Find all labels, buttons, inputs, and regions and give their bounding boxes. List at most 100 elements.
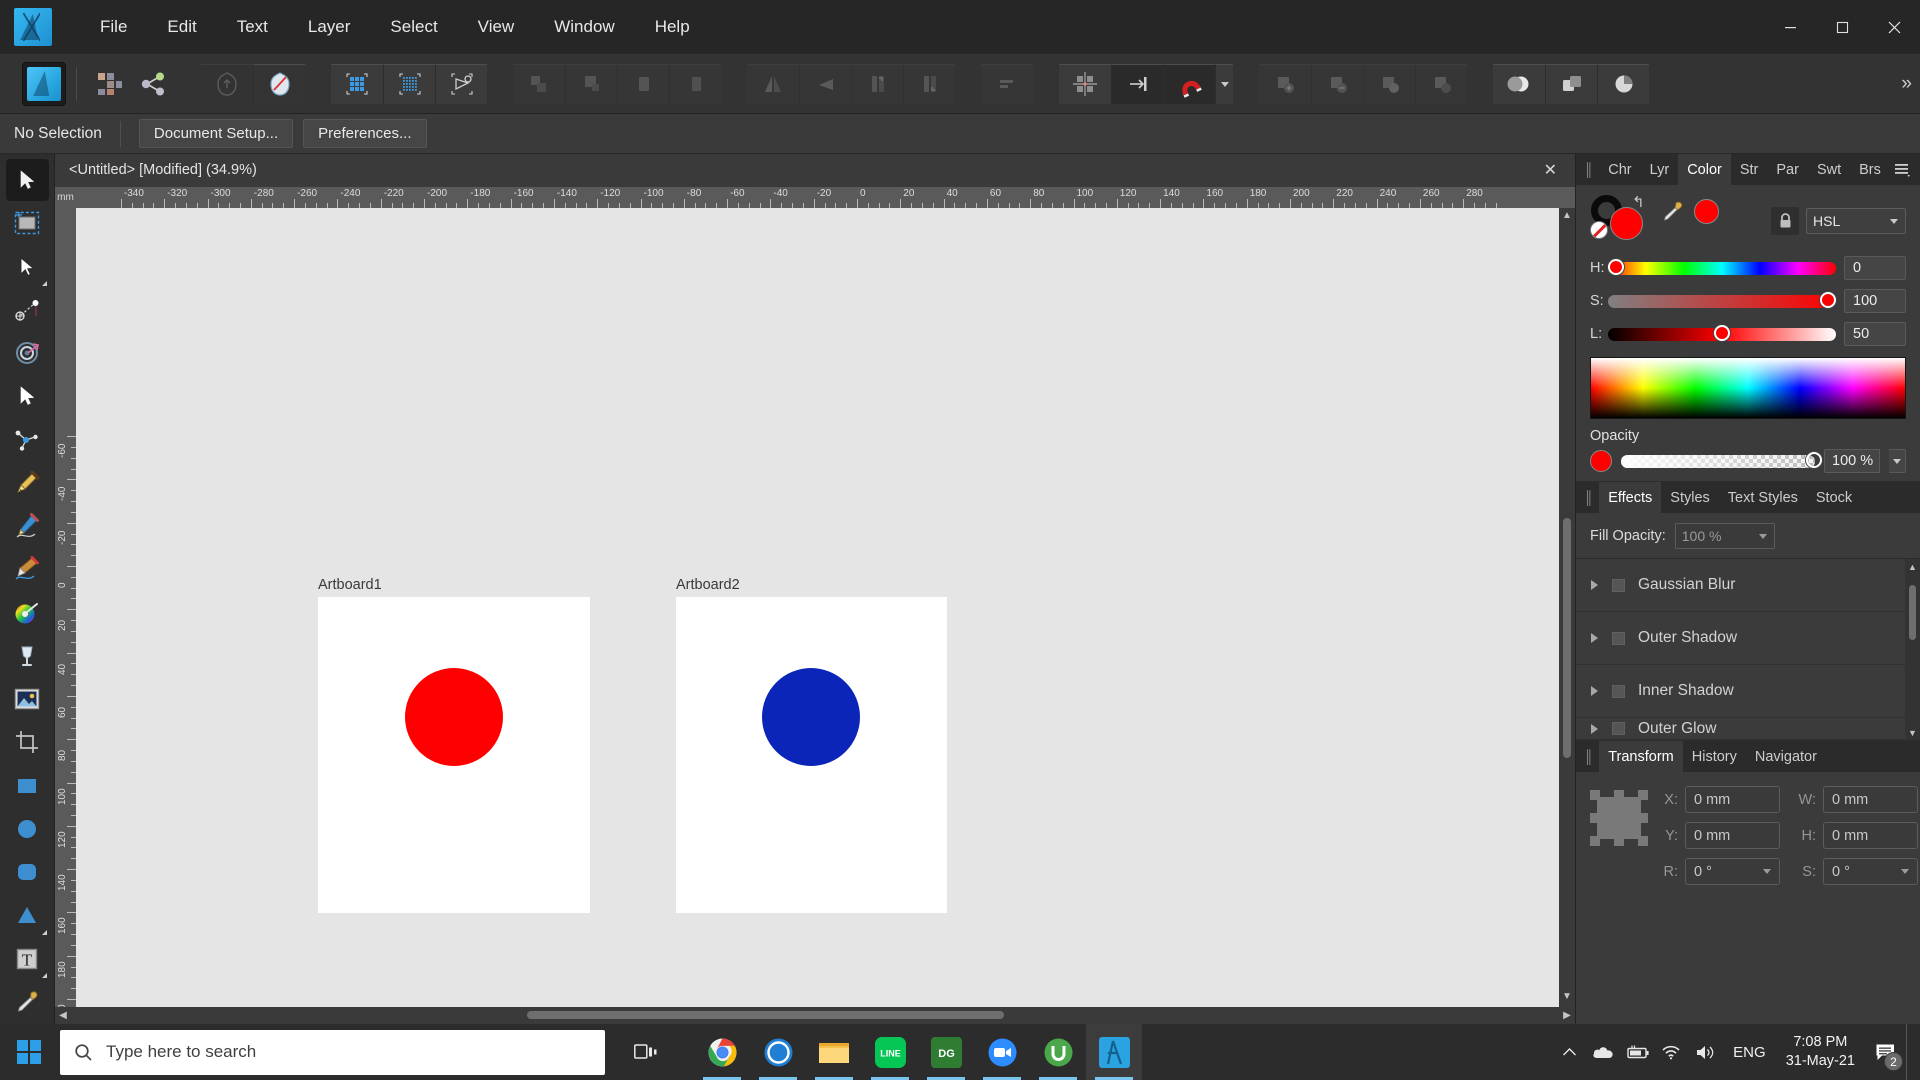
tab-layers[interactable]: Lyr (1641, 154, 1679, 185)
cloud-icon[interactable] (1586, 1024, 1620, 1080)
wifi-icon[interactable] (1654, 1024, 1688, 1080)
pencil-tool[interactable] (6, 505, 49, 547)
export-persona-icon[interactable] (131, 62, 175, 106)
rectangle-tool[interactable] (6, 765, 49, 807)
rotate-left-icon[interactable] (851, 63, 903, 104)
rounded-rectangle-tool[interactable] (6, 851, 49, 893)
artboard1[interactable] (318, 597, 590, 913)
show-desktop-button[interactable] (1906, 1024, 1914, 1080)
tab-transform[interactable]: Transform (1599, 741, 1683, 772)
opacity-slider[interactable] (1621, 452, 1822, 468)
node-tool[interactable] (6, 246, 49, 288)
hue-slider-knob[interactable] (1608, 259, 1624, 275)
effect-row-outer-glow[interactable]: Outer Glow (1576, 718, 1920, 740)
vertical-scroll-thumb[interactable] (1563, 518, 1571, 758)
taskbar-app-line[interactable]: LINE (862, 1024, 918, 1080)
intersect-shapes-icon[interactable] (1363, 63, 1415, 104)
vertical-ruler[interactable]: -60-40-20020406080100120140160180200220 (55, 208, 76, 1007)
taskbar-app-zoom[interactable] (974, 1024, 1030, 1080)
move-forward-icon[interactable] (565, 63, 617, 104)
add-shapes-icon[interactable] (1259, 63, 1311, 104)
color-picker-tool[interactable] (6, 981, 49, 1023)
windows-start-icon[interactable] (0, 1024, 58, 1080)
expand-triangle-icon[interactable] (1591, 580, 1598, 590)
opacity-color-swatch[interactable] (1590, 450, 1612, 472)
color-circle-icon[interactable] (1493, 63, 1545, 104)
move-tool[interactable] (5, 159, 49, 202)
panel-grip-icon[interactable]: ║ (1576, 482, 1599, 513)
scroll-right-icon[interactable]: ▶ (1559, 1010, 1575, 1021)
saturation-slider-knob[interactable] (1820, 292, 1836, 308)
effects-scrollbar[interactable]: ▲ ▼ (1905, 559, 1920, 740)
triangle-tool[interactable] (6, 894, 49, 936)
saturation-value[interactable]: 100 (1844, 289, 1906, 313)
move-front-icon[interactable] (513, 63, 565, 104)
opacity-slider-knob[interactable] (1806, 452, 1822, 468)
tab-effects[interactable]: Effects (1599, 482, 1662, 513)
subtract-shapes-icon[interactable] (1311, 63, 1363, 104)
taskbar-app-cortana[interactable] (750, 1024, 806, 1080)
fill-swatch[interactable] (1610, 207, 1643, 240)
w-input[interactable]: 0 mm (1823, 786, 1918, 813)
panel-grip-icon[interactable]: ║ (1576, 154, 1599, 185)
flip-vertical-icon[interactable] (799, 63, 851, 104)
scroll-down-icon[interactable]: ▼ (1562, 989, 1572, 1005)
rotate-right-icon[interactable] (903, 63, 955, 104)
horizontal-scroll-thumb[interactable] (527, 1011, 1004, 1019)
picked-color-swatch[interactable] (1694, 199, 1719, 224)
notification-icon[interactable]: 2 (1864, 1024, 1906, 1080)
task-view-icon[interactable] (623, 1024, 669, 1080)
s-input[interactable]: 0 ° (1823, 858, 1918, 885)
tab-history[interactable]: History (1683, 741, 1746, 772)
hue-value[interactable]: 0 (1844, 256, 1906, 280)
expand-triangle-icon[interactable] (1591, 633, 1598, 643)
document-tab[interactable]: <Untitled> [Modified] (34.9%) ✕ (55, 153, 1575, 187)
chevron-up-icon[interactable] (1552, 1024, 1586, 1080)
effect-row-gaussian-blur[interactable]: Gaussian Blur (1576, 559, 1920, 612)
tab-swatches[interactable]: Swt (1808, 154, 1850, 185)
move-back-icon[interactable] (669, 63, 721, 104)
subtract-icon[interactable] (253, 63, 305, 104)
taskbar-app-utorrent[interactable] (1030, 1024, 1086, 1080)
r-input[interactable]: 0 ° (1685, 858, 1780, 885)
layers-stack-icon[interactable] (1545, 63, 1597, 104)
vector-brush-tool[interactable] (6, 548, 49, 590)
move-backward-icon[interactable] (617, 63, 669, 104)
tab-character[interactable]: Chr (1599, 154, 1640, 185)
pie-color-icon[interactable] (1597, 63, 1649, 104)
transform-object-icon[interactable] (435, 63, 487, 104)
saturation-slider[interactable] (1608, 292, 1836, 308)
artboard2-label[interactable]: Artboard2 (676, 577, 740, 593)
toolbar-overflow-button[interactable]: » (1901, 73, 1912, 95)
divide-shapes-icon[interactable] (1415, 63, 1467, 104)
pixel-persona-icon[interactable] (87, 62, 131, 106)
canvas[interactable]: Artboard1 Artboard2 (76, 208, 1559, 1007)
artboard1-label[interactable]: Artboard1 (318, 577, 382, 593)
horizontal-ruler[interactable]: -340 -320 -300 -280 -260 -240 -220 -200 -180 -160… (76, 187, 1559, 208)
opacity-dropdown[interactable] (1889, 449, 1906, 473)
lightness-value[interactable]: 50 (1844, 322, 1906, 346)
language-indicator[interactable]: ENG (1722, 1044, 1777, 1061)
add-icon[interactable] (201, 63, 253, 104)
ellipse-tool[interactable] (6, 808, 49, 850)
fill-stroke-swatches[interactable]: ↰ (1590, 194, 1652, 243)
fill-tool[interactable] (6, 592, 49, 634)
vector-crop-tool[interactable] (6, 375, 49, 417)
close-icon[interactable]: ✕ (1538, 160, 1563, 180)
ruler-unit-label[interactable]: mm (55, 187, 76, 208)
lightness-slider-knob[interactable] (1714, 325, 1730, 341)
scroll-down-icon[interactable]: ▼ (1908, 728, 1917, 738)
designer-persona-icon[interactable] (22, 61, 66, 106)
x-input[interactable]: 0 mm (1685, 786, 1780, 813)
artboard2[interactable] (676, 597, 947, 913)
taskbar-app-affinity-designer[interactable] (1086, 1024, 1142, 1080)
clock[interactable]: 7:08 PM 31-May-21 (1777, 1033, 1864, 1071)
menu-text[interactable]: Text (217, 11, 288, 43)
show-grid-icon[interactable] (331, 63, 383, 104)
effect-checkbox[interactable] (1612, 684, 1625, 698)
document-setup-button[interactable]: Document Setup... (138, 119, 294, 148)
artboard-tool[interactable] (6, 202, 49, 244)
magnet-icon[interactable] (1163, 63, 1215, 104)
menu-help[interactable]: Help (635, 11, 710, 43)
snapping-dropdown[interactable] (1215, 63, 1233, 104)
